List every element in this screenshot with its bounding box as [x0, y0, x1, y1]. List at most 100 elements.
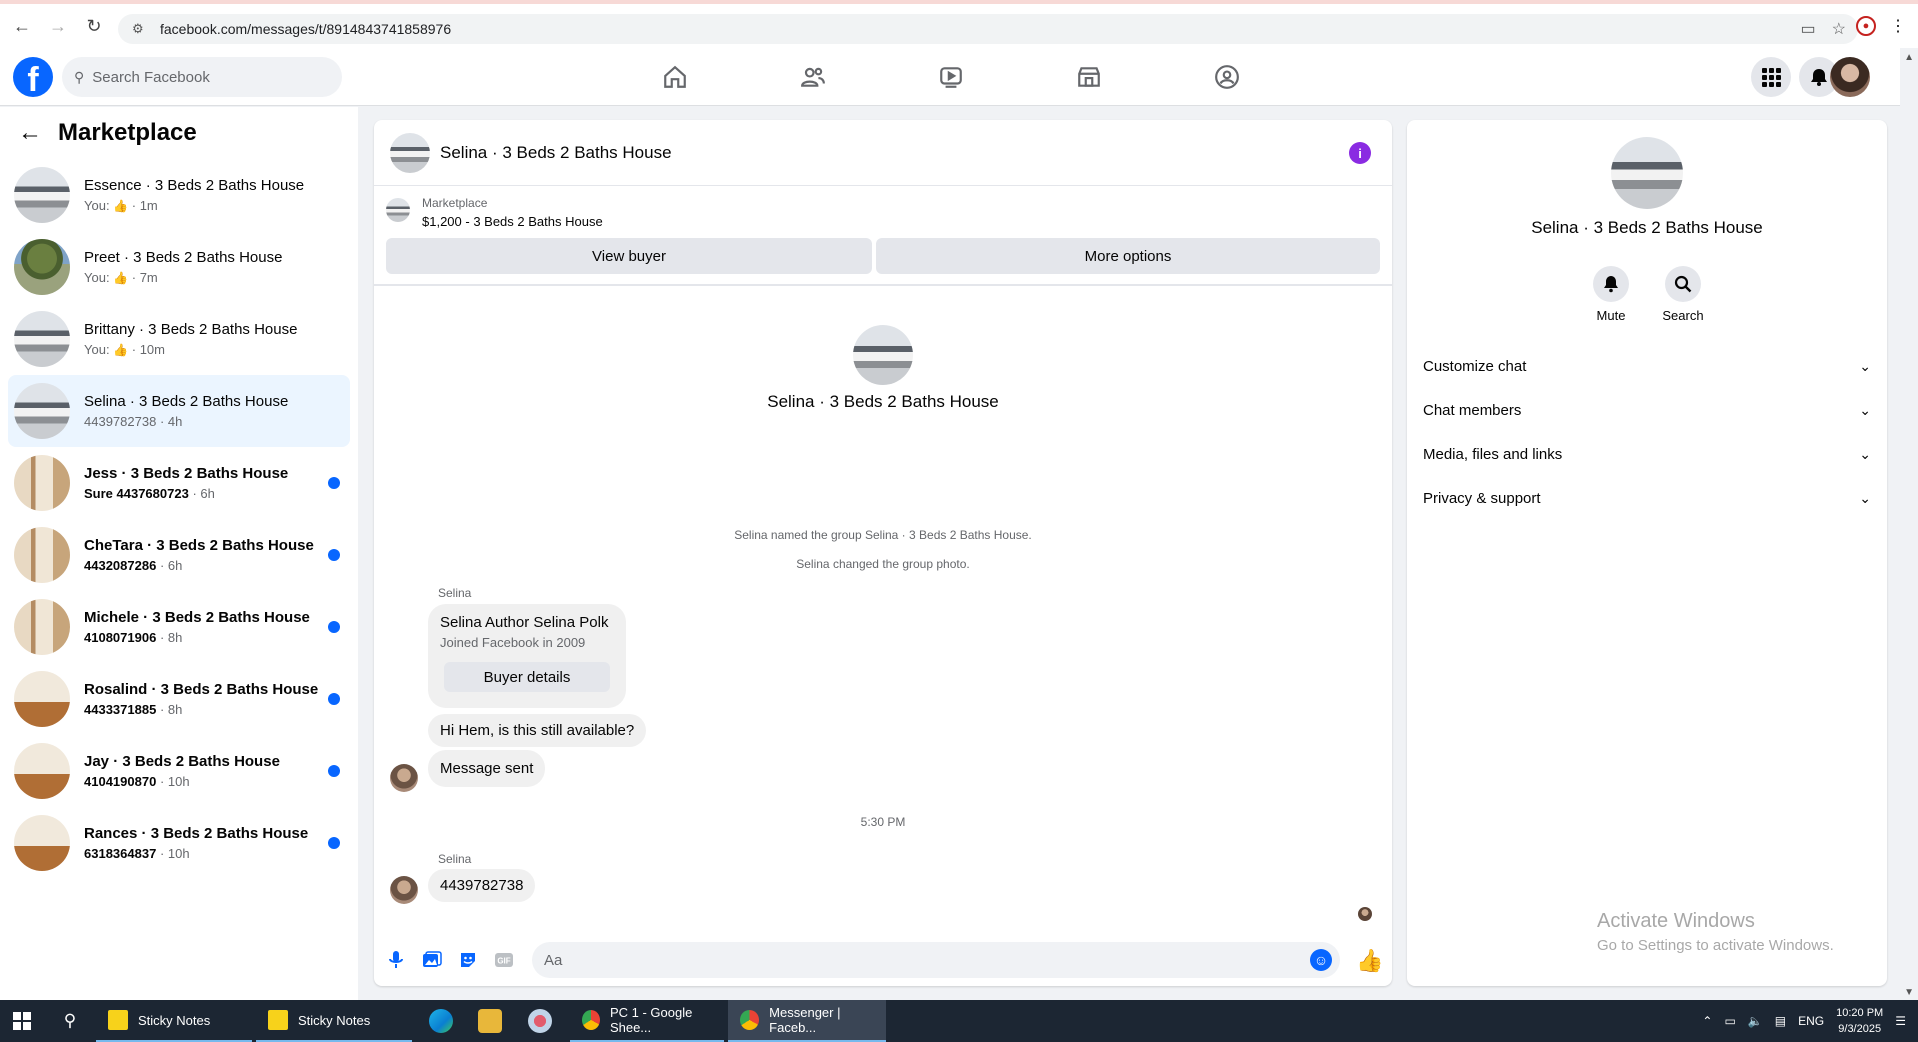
listing-thumbnail[interactable]: [386, 198, 410, 222]
view-buyer-button[interactable]: View buyer: [386, 238, 872, 274]
battery-icon[interactable]: ▤: [1775, 1014, 1786, 1028]
conversation-preview: 4104190870: [84, 774, 157, 789]
conversation-preview: Sure 4437680723: [84, 486, 189, 501]
conversation-thumbnail: [14, 239, 70, 295]
customize-chat-row[interactable]: Customize chat ⌄: [1423, 344, 1871, 388]
emoji-icon[interactable]: ☺: [1310, 949, 1332, 971]
sender-avatar[interactable]: [390, 876, 418, 904]
taskbar-sticky-notes-1[interactable]: Sticky Notes: [96, 1000, 252, 1042]
like-send-icon[interactable]: 👍: [1356, 948, 1383, 974]
nav-groups[interactable]: [1158, 48, 1296, 106]
menu-grid-icon[interactable]: [1751, 57, 1791, 97]
message-bubble[interactable]: Message sent: [428, 750, 546, 787]
nav-video[interactable]: [882, 48, 1020, 106]
app-icon[interactable]: [528, 1009, 552, 1033]
chrome-profile-icon[interactable]: ●: [1856, 16, 1876, 36]
taskbar-google-sheets[interactable]: PC 1 - Google Shee...: [570, 1000, 724, 1042]
conversation-item[interactable]: Rances · 3 Beds 2 Baths House 6318364837…: [8, 807, 350, 879]
group-avatar[interactable]: [853, 325, 913, 385]
conversation-item[interactable]: Essence · 3 Beds 2 Baths House You: 👍 · …: [8, 159, 350, 231]
conversation-item-active[interactable]: Selina · 3 Beds 2 Baths House 4439782738…: [8, 375, 350, 447]
info-avatar[interactable]: [1611, 137, 1683, 209]
sticky-notes-icon: [268, 1010, 288, 1030]
chrome-icon: [740, 1010, 760, 1030]
timestamp-separator: 5:30 PM: [860, 815, 906, 829]
site-info-icon[interactable]: ⚙: [132, 21, 148, 37]
chat-header-avatar[interactable]: [390, 132, 430, 173]
conversation-preview: 4439782738: [84, 414, 157, 429]
conversation-time: · 7m: [131, 270, 158, 285]
windows-activation-watermark: Activate Windows Go to Settings to activ…: [1597, 910, 1834, 954]
scroll-down-arrow-icon[interactable]: ▼: [1904, 987, 1914, 998]
conversation-preview: 4108071906: [84, 630, 157, 645]
mute-button[interactable]: Mute: [1581, 266, 1641, 323]
chat-members-row[interactable]: Chat members ⌄: [1423, 388, 1871, 432]
conversation-time: · 4h: [159, 414, 183, 429]
back-arrow-icon[interactable]: ←: [18, 119, 42, 147]
facebook-logo-icon[interactable]: f: [13, 57, 53, 97]
taskbar-messenger[interactable]: Messenger | Faceb...: [728, 1000, 886, 1042]
buyer-card-subtitle: Joined Facebook in 2009: [440, 635, 586, 650]
notification-center-icon[interactable]: ☰: [1895, 1014, 1906, 1028]
media-files-links-row[interactable]: Media, files and links ⌄: [1423, 432, 1871, 476]
conversation-item[interactable]: CheTara · 3 Beds 2 Baths House 443208728…: [8, 519, 350, 591]
install-app-icon[interactable]: ▭: [1801, 19, 1816, 39]
edge-browser-icon[interactable]: [429, 1009, 453, 1033]
chat-title[interactable]: Selina · 3 Beds 2 Baths House: [440, 143, 672, 163]
conversation-preview: 4432087286: [84, 558, 157, 573]
message-bubble[interactable]: Hi Hem, is this still available?: [428, 714, 647, 747]
conversation-item[interactable]: Preet · 3 Beds 2 Baths House You: 👍 · 7m: [8, 231, 350, 303]
conversation-info-icon[interactable]: i: [1349, 142, 1371, 164]
sticker-icon[interactable]: [456, 948, 480, 972]
address-bar[interactable]: ⚙ facebook.com/messages/t/89148437418589…: [118, 14, 1858, 44]
system-message: Selina changed the group photo.: [796, 557, 970, 571]
bookmark-star-icon[interactable]: ☆: [1832, 19, 1846, 39]
back-icon[interactable]: ←: [8, 12, 36, 40]
nav-friends[interactable]: [744, 48, 882, 106]
sender-avatar[interactable]: [390, 764, 418, 792]
gif-icon[interactable]: GIF: [492, 948, 516, 972]
file-explorer-icon[interactable]: [478, 1009, 502, 1033]
message-bubble[interactable]: 4439782738: [428, 869, 536, 902]
forward-icon[interactable]: →: [44, 12, 72, 40]
language-indicator[interactable]: ENG: [1798, 1014, 1824, 1028]
conversation-item[interactable]: Michele · 3 Beds 2 Baths House 410807190…: [8, 591, 350, 663]
network-icon[interactable]: ▭: [1724, 1014, 1735, 1028]
listing-title[interactable]: $1,200 - 3 Beds 2 Baths House: [422, 214, 603, 229]
facebook-search-input[interactable]: ⚲ Search Facebook: [62, 57, 342, 97]
taskbar-clock[interactable]: 10:20 PM 9/3/2025: [1836, 1005, 1883, 1037]
microphone-icon[interactable]: [384, 948, 408, 972]
profile-avatar[interactable]: [1830, 57, 1870, 97]
conversation-item[interactable]: Jay · 3 Beds 2 Baths House 4104190870 · …: [8, 735, 350, 807]
chat-panel: Selina · 3 Beds 2 Baths House i Marketpl…: [374, 120, 1392, 986]
photo-icon[interactable]: [420, 948, 444, 972]
message-input[interactable]: Aa ☺: [532, 942, 1340, 978]
tray-chevron-up-icon[interactable]: ⌃: [1702, 1014, 1712, 1028]
nav-marketplace[interactable]: [1020, 48, 1158, 106]
unread-dot: [328, 621, 340, 633]
chevron-down-icon: ⌄: [1859, 489, 1871, 506]
conversation-item[interactable]: Rosalind · 3 Beds 2 Baths House 44333718…: [8, 663, 350, 735]
chrome-menu-icon[interactable]: ⋮: [1890, 16, 1906, 36]
reload-icon[interactable]: ↻: [80, 12, 108, 40]
volume-icon[interactable]: 🔈: [1748, 1014, 1763, 1028]
bell-icon: [1593, 266, 1629, 302]
conversation-item[interactable]: Jess · 3 Beds 2 Baths House Sure 4437680…: [8, 447, 350, 519]
conversation-thumbnail: [14, 455, 70, 511]
conversation-title: Jess · 3 Beds 2 Baths House: [84, 465, 289, 482]
windows-start-icon[interactable]: [0, 1000, 44, 1042]
taskbar-sticky-notes-2[interactable]: Sticky Notes: [256, 1000, 412, 1042]
taskbar-search-icon[interactable]: ⚲: [44, 1000, 96, 1042]
conversation-thumbnail: [14, 311, 70, 367]
conversation-item[interactable]: Brittany · 3 Beds 2 Baths House You: 👍 ·…: [8, 303, 350, 375]
buyer-details-button[interactable]: Buyer details: [444, 662, 610, 692]
search-in-conversation-button[interactable]: Search: [1653, 266, 1713, 323]
buyer-card-title: Selina Author Selina Polk: [440, 614, 609, 631]
nav-home[interactable]: [606, 48, 744, 106]
privacy-support-row[interactable]: Privacy & support ⌄: [1423, 476, 1871, 520]
taskbar-app-label: PC 1 - Google Shee...: [609, 1005, 693, 1035]
conversation-thumbnail: [14, 815, 70, 871]
more-options-button[interactable]: More options: [876, 238, 1380, 274]
conversation-info-panel: Selina · 3 Beds 2 Baths House Mute Searc…: [1407, 120, 1887, 986]
scroll-up-arrow-icon[interactable]: ▲: [1904, 52, 1914, 63]
